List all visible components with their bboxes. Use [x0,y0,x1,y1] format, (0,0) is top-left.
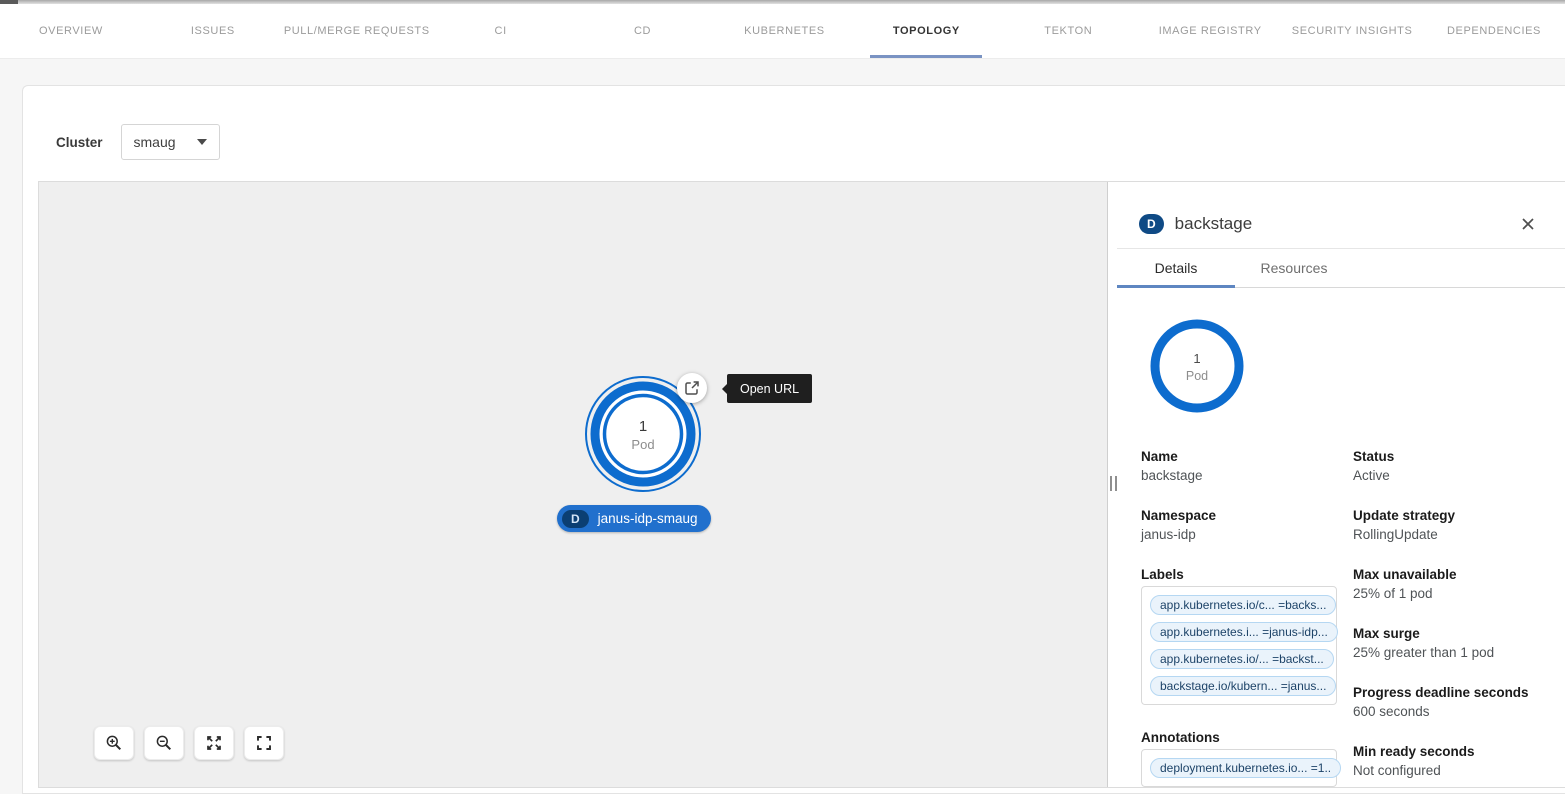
node-pod-count: 1 [639,418,647,435]
drag-handle-icon [1110,476,1117,491]
panel-fields-left: Name backstage Namespace janus-idp Labels app… [1141,449,1353,787]
panel-resize-splitter[interactable] [1107,182,1117,787]
open-url-button[interactable] [677,373,707,403]
panel-details-body: 1 Pod Name backstage Namespace janus-idp Lab… [1117,288,1565,787]
annotations-group: deployment.kubernetes.io... =1.. [1141,749,1337,787]
field-value: 600 seconds [1353,704,1541,719]
cluster-label: Cluster [56,135,103,150]
tab-ci[interactable]: CI [430,4,572,58]
field-label: Update strategy [1353,508,1541,523]
field-label: Max unavailable [1353,567,1541,582]
field-label: Min ready seconds [1353,744,1541,759]
reset-view-button[interactable] [244,726,284,760]
node-label-text: janus-idp-smaug [598,511,698,526]
panel-tab-details[interactable]: Details [1117,249,1235,287]
pod-donut-ring [1155,324,1239,408]
external-link-icon [684,380,700,396]
field-update-strategy: Update strategy RollingUpdate [1353,508,1541,542]
tab-topology[interactable]: TOPOLOGY [855,4,997,58]
details-fields: Name backstage Namespace janus-idp Labels app… [1141,449,1541,787]
field-max-surge: Max surge 25% greater than 1 pod [1353,626,1541,660]
labels-pill: backstage.io/kubern... =janus... [1150,676,1336,696]
deployment-badge: D [562,510,589,528]
corner-brackets-icon [255,734,273,752]
donut-pod-count: 1 [1193,351,1200,366]
field-status: Status Active [1353,449,1541,483]
side-panel-header: D backstage [1117,182,1565,249]
field-label: Name [1141,449,1353,464]
labels-group: app.kubernetes.io/c... =backs... app.kube… [1141,586,1337,705]
deployment-badge: D [1139,214,1164,234]
entity-tab-bar: OVERVIEWISSUESPULL/MERGE REQUESTSCICDKUB… [0,4,1565,59]
tab-dependencies[interactable]: DEPENDENCIES [1423,4,1565,58]
field-value: Active [1353,468,1541,483]
tab-security-insights[interactable]: SECURITY INSIGHTS [1281,4,1423,58]
tab-kubernetes[interactable]: KUBERNETES [714,4,856,58]
topology-view: 1 Pod Open URL D janus-idp-smaug [38,181,1565,788]
close-icon [1521,217,1535,231]
close-panel-button[interactable] [1521,217,1535,231]
expand-arrows-icon [205,734,223,752]
tooltip-text: Open URL [740,382,799,396]
tab-cd[interactable]: CD [572,4,714,58]
canvas-controls [94,726,284,760]
zoom-in-button[interactable] [94,726,134,760]
field-progress-deadline-seconds: Progress deadline seconds 600 seconds [1353,685,1541,719]
zoom-out-button[interactable] [144,726,184,760]
panel-tab-resources[interactable]: Resources [1235,249,1353,287]
field-label: Annotations [1141,730,1353,745]
cluster-select[interactable]: smaug [121,124,220,160]
annotations-pill: deployment.kubernetes.io... =1.. [1150,758,1341,778]
node-pod-unit: Pod [631,437,654,452]
panel-tab-bar: DetailsResources [1117,249,1565,288]
field-labels: Labelsapp.kubernetes.io/c... =backs...ap… [1141,567,1353,705]
field-value: RollingUpdate [1353,527,1541,542]
topology-canvas[interactable]: 1 Pod Open URL D janus-idp-smaug [39,182,1107,787]
field-label: Labels [1141,567,1353,582]
field-max-unavailable: Max unavailable 25% of 1 pod [1353,567,1541,601]
field-value: 25% greater than 1 pod [1353,645,1541,660]
cluster-selector-row: Cluster smaug [56,124,220,160]
fit-to-screen-button[interactable] [194,726,234,760]
field-value: Not configured [1353,763,1541,778]
tab-image-registry[interactable]: IMAGE REGISTRY [1139,4,1281,58]
labels-pill: app.kubernetes.io/... =backst... [1150,649,1334,669]
pod-donut[interactable]: 1 Pod [1149,318,1541,419]
panel-title[interactable]: backstage [1175,214,1253,234]
tab-tekton[interactable]: TEKTON [997,4,1139,58]
topology-card: Cluster smaug 1 Pod [22,85,1565,794]
tab-issues[interactable]: ISSUES [142,4,284,58]
field-label: Max surge [1353,626,1541,641]
chevron-down-icon [197,139,207,145]
field-namespace: Namespace janus-idp [1141,508,1353,542]
field-value: janus-idp [1141,527,1353,542]
tab-overview[interactable]: OVERVIEW [0,4,142,58]
side-panel: D backstage DetailsResources 1 Pod [1117,182,1565,787]
field-value: 25% of 1 pod [1353,586,1541,601]
field-label: Progress deadline seconds [1353,685,1541,700]
tab-pull-merge-requests[interactable]: PULL/MERGE REQUESTS [284,4,430,58]
node-label-pill[interactable]: D janus-idp-smaug [557,505,711,532]
cluster-select-value: smaug [134,134,176,150]
donut-pod-unit: Pod [1186,369,1208,383]
zoom-out-icon [155,734,173,752]
field-annotations: Annotations deployment.kubernetes.io... =… [1141,730,1353,787]
open-url-tooltip: Open URL [727,374,812,403]
labels-pill: app.kubernetes.io/c... =backs... [1150,595,1336,615]
field-label: Namespace [1141,508,1353,523]
panel-fields-right: Status Active Update strategy RollingUpdate… [1353,449,1541,787]
field-min-ready-seconds: Min ready seconds Not configured [1353,744,1541,778]
field-name: Name backstage [1141,449,1353,483]
zoom-in-icon [105,734,123,752]
labels-pill: app.kubernetes.i... =janus-idp... [1150,622,1338,642]
field-value: backstage [1141,468,1353,483]
field-label: Status [1353,449,1541,464]
